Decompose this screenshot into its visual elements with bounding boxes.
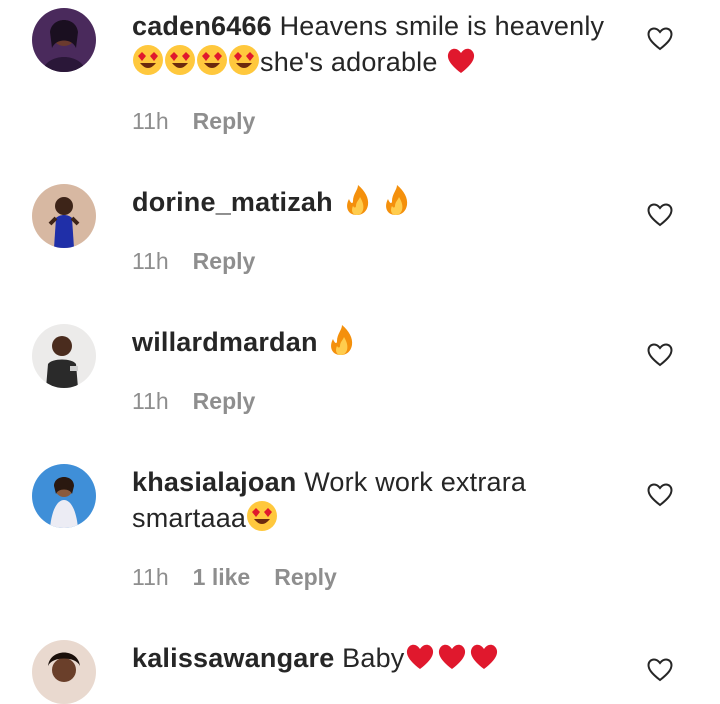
- comment-timestamp: 11h: [132, 388, 169, 414]
- comment-timestamp: 11h: [132, 108, 169, 134]
- fire-emoji: [380, 184, 412, 216]
- reply-button[interactable]: Reply: [274, 564, 337, 590]
- red-heart-emoji: [404, 640, 436, 672]
- red-heart-emoji: [445, 44, 477, 76]
- like-button[interactable]: [647, 483, 673, 507]
- reply-button[interactable]: Reply: [193, 248, 256, 274]
- heart-eyes-emoji: [246, 500, 278, 532]
- comment-body: Heavens smile is heavenly: [279, 11, 605, 41]
- red-heart-emoji: [468, 640, 500, 672]
- avatar[interactable]: [32, 640, 96, 704]
- comment-text: dorine_matizah: [132, 184, 622, 220]
- comment-meta: 11h Reply: [132, 108, 279, 135]
- like-button[interactable]: [647, 343, 673, 367]
- heart-eyes-emoji: [164, 44, 196, 76]
- comment-text: kalissawangare Baby: [132, 640, 622, 676]
- comment-text: caden6466 Heavens smile is heavenly she'…: [132, 8, 622, 80]
- comment-username[interactable]: khasialajoan: [132, 467, 296, 497]
- comment-meta: 11h Reply: [132, 248, 279, 275]
- comment-username[interactable]: willardmardan: [132, 327, 318, 357]
- fire-emoji: [341, 184, 373, 216]
- like-count[interactable]: 1 like: [193, 564, 251, 590]
- comment-username[interactable]: kalissawangare: [132, 643, 334, 673]
- comment-timestamp: 11h: [132, 564, 169, 590]
- fire-emoji: [325, 324, 357, 356]
- red-heart-emoji: [436, 640, 468, 672]
- comment-text: willardmardan: [132, 324, 622, 360]
- reply-button[interactable]: Reply: [193, 388, 256, 414]
- heart-outline-icon: [647, 343, 673, 367]
- comment-body-continued: smartaaa: [132, 503, 247, 533]
- comment-body-continued: she's adorable: [260, 47, 438, 77]
- heart-outline-icon: [647, 203, 673, 227]
- avatar[interactable]: [32, 184, 96, 248]
- like-button[interactable]: [647, 658, 673, 682]
- comment-username[interactable]: dorine_matizah: [132, 187, 333, 217]
- heart-eyes-emoji: [196, 44, 228, 76]
- heart-outline-icon: [647, 483, 673, 507]
- comment-timestamp: 11h: [132, 248, 169, 274]
- comment-text: khasialajoan Work work extrara smartaaa: [132, 464, 622, 536]
- avatar[interactable]: [32, 464, 96, 528]
- heart-eyes-emoji: [228, 44, 260, 76]
- reply-button[interactable]: Reply: [193, 108, 256, 134]
- comment-body: Work work extrara: [304, 467, 527, 497]
- heart-eyes-emoji: [132, 44, 164, 76]
- avatar[interactable]: [32, 324, 96, 388]
- like-button[interactable]: [647, 203, 673, 227]
- comment-body: Baby: [342, 643, 405, 673]
- avatar[interactable]: [32, 8, 96, 72]
- heart-outline-icon: [647, 658, 673, 682]
- heart-outline-icon: [647, 27, 673, 51]
- comment-meta: 11h 1 like Reply: [132, 564, 361, 591]
- comment-meta: 11h Reply: [132, 388, 279, 415]
- comment-username[interactable]: caden6466: [132, 11, 272, 41]
- like-button[interactable]: [647, 27, 673, 51]
